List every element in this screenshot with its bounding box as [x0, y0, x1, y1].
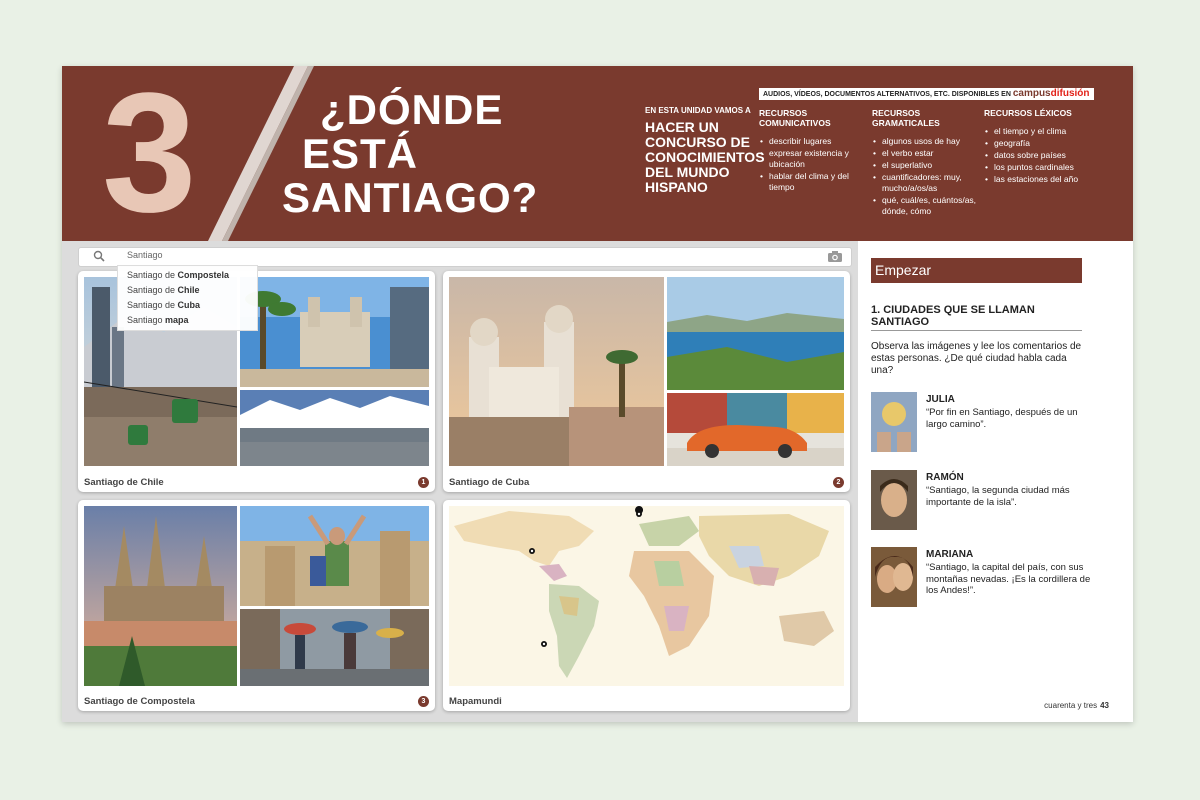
person-ramon: RAMÓN “Santiago, la segunda ciudad más i… [871, 470, 1101, 532]
map-pin-icon[interactable] [540, 639, 548, 651]
column-heading: RECURSOS COMUNICATIVOS [759, 108, 831, 128]
list-item: qué, cuál/es, cuántos/as, dónde, cómo [873, 195, 977, 217]
column-heading: RECURSOS GRAMATICALES [872, 108, 940, 128]
panel-caption: Santiago de Chile [84, 477, 164, 488]
exercise-column: Empezar 1. CIUDADES QUE SE LLAMAN SANTIA… [858, 241, 1133, 722]
campus-text: AUDIOS, VÍDEOS, DOCUMENTOS ALTERNATIVOS,… [763, 91, 1011, 98]
avatar [871, 547, 917, 607]
title-line-2: ESTÁ [302, 130, 419, 177]
world-map [449, 506, 844, 686]
resources-lexical: RECURSOS LÉXICOS el tiempo y el clima ge… [984, 108, 1089, 186]
panel-number-badge: 3 [418, 696, 429, 707]
intro-small: EN ESTA UNIDAD VAMOS A [645, 106, 751, 115]
person-name: RAMÓN [926, 472, 964, 483]
suggestion-base: Santiago de [127, 300, 178, 310]
photo-compostela-pilgrim [240, 506, 429, 606]
list-item: algunos usos de hay [873, 136, 977, 147]
photo-compostela-rain [240, 609, 429, 686]
person-mariana: MARIANA “Santiago, la capital del país, … [871, 547, 1101, 609]
search-input[interactable]: Santiago [127, 250, 163, 260]
list-item: los puntos cardinales [985, 162, 1089, 173]
person-quote: “Santiago, la capital del país, con sus … [926, 562, 1091, 596]
list-item: hablar del clima y del tiempo [760, 171, 864, 193]
page-title: ¿DÓNDE ESTÁ SANTIAGO? [282, 88, 538, 220]
suggestion-mapa[interactable]: Santiago mapa [118, 313, 257, 328]
campus-badge[interactable]: AUDIOS, VÍDEOS, DOCUMENTOS ALTERNATIVOS,… [759, 88, 1094, 100]
person-quote: “Santiago, la segunda ciudad más importa… [926, 485, 1070, 508]
photo-chile-andes [240, 390, 429, 466]
camera-icon[interactable] [827, 250, 843, 263]
panel-caption: Santiago de Compostela [84, 696, 195, 707]
map-pin-icon[interactable] [528, 546, 536, 558]
search-results-area: Santiago Santiago de Compostela Santiago … [62, 241, 858, 722]
avatar [871, 470, 917, 530]
list-item: las estaciones del año [985, 174, 1089, 185]
list-item: el tiempo y el clima [985, 126, 1089, 137]
resources-communicative: RECURSOS COMUNICATIVOS describir lugares… [759, 108, 864, 194]
page-number: 43 [1100, 701, 1109, 710]
suggestion-base: Santiago [127, 315, 166, 325]
panel-santiago-compostela[interactable]: Santiago de Compostela 3 [78, 500, 435, 711]
difusion-brand: difusión [1050, 88, 1090, 99]
person-name: MARIANA [926, 549, 974, 560]
photo-chile-cathedral [240, 277, 429, 387]
list-item: describir lugares [760, 136, 864, 147]
list-item: el verbo estar [873, 148, 977, 159]
photo-cuba-bay [667, 277, 844, 390]
suggestion-term: Compostela [177, 270, 230, 280]
search-icon[interactable] [93, 250, 105, 262]
suggestion-compostela[interactable]: Santiago de Compostela [118, 268, 257, 283]
panel-mapamundi[interactable]: Mapamundi [443, 500, 850, 711]
photo-cuba-car [667, 393, 844, 466]
suggestion-term: Cuba [177, 300, 201, 310]
book-page: 3 ¿DÓNDE ESTÁ SANTIAGO? EN ESTA UNIDAD V… [62, 66, 1133, 722]
search-bar[interactable]: Santiago [78, 247, 852, 267]
resources-grammatical: RECURSOS GRAMATICALES algunos usos de ha… [872, 108, 977, 218]
unit-banner: 3 ¿DÓNDE ESTÁ SANTIAGO? EN ESTA UNIDAD V… [62, 66, 1133, 241]
column-heading: RECURSOS LÉXICOS [984, 108, 1072, 118]
panel-caption: Mapamundi [449, 696, 502, 707]
title-line-3: SANTIAGO? [282, 174, 539, 221]
unit-intro: EN ESTA UNIDAD VAMOS A HACER UN CONCURSO… [645, 106, 765, 195]
panel-santiago-cuba[interactable]: Santiago de Cuba 2 [443, 271, 850, 492]
suggestion-base: Santiago de [127, 270, 178, 280]
person-quote: “Por fin en Santiago, después de un larg… [926, 407, 1078, 430]
photo-cuba-cathedral [449, 277, 664, 466]
list-item: geografía [985, 138, 1089, 149]
suggestion-base: Santiago de [127, 285, 178, 295]
suggestion-term: mapa [165, 315, 189, 325]
suggestion-cuba[interactable]: Santiago de Cuba [118, 298, 257, 313]
avatar [871, 392, 917, 452]
title-line-1: ¿DÓNDE [320, 86, 504, 133]
panel-caption: Santiago de Cuba [449, 477, 530, 488]
person-name: JULIA [926, 394, 955, 405]
list-item: datos sobre países [985, 150, 1089, 161]
intro-big: HACER UN CONCURSO DE CONOCIMIENTOS DEL M… [645, 119, 765, 195]
person-julia: JULIA “Por fin en Santiago, después de u… [871, 392, 1101, 454]
exercise-title: 1. CIUDADES QUE SE LLAMAN SANTIAGO [871, 304, 1082, 331]
list-item: cuantificadores: muy, mucho/a/os/as [873, 172, 977, 194]
search-suggestions: Santiago de Compostela Santiago de Chile S… [117, 265, 258, 331]
suggestion-term: Chile [177, 285, 200, 295]
page-footer: cuarenta y tres 43 [1044, 701, 1109, 710]
panel-number-badge: 2 [833, 477, 844, 488]
panel-number-badge: 1 [418, 477, 429, 488]
exercise-instruction: Observa las imágenes y lee los comentari… [871, 341, 1082, 376]
suggestion-chile[interactable]: Santiago de Chile [118, 283, 257, 298]
map-pin-icon[interactable] [635, 509, 643, 521]
list-item: expresar existencia y ubicación [760, 148, 864, 170]
page-number-text: cuarenta y tres [1044, 701, 1098, 710]
campus-brand: campus [1012, 88, 1051, 99]
photo-compostela-cathedral [84, 506, 237, 686]
section-heading: Empezar [871, 258, 1082, 283]
list-item: el superlativo [873, 160, 977, 171]
